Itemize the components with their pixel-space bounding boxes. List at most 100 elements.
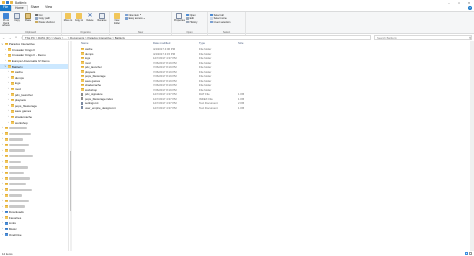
chevron-right-icon[interactable]: › — [7, 82, 10, 84]
chevron-right-icon[interactable]: › — [4, 49, 7, 51]
chevron-right-icon[interactable]: › — [1, 234, 4, 236]
chevron-right-icon[interactable]: › — [1, 211, 4, 213]
chevron-down-icon[interactable]: ∨ — [1, 43, 4, 46]
scrollbar-thumb[interactable] — [70, 151, 72, 211]
file-list-scrollbar[interactable] — [469, 41, 474, 251]
nav-item[interactable]: › workshop — [0, 120, 28, 125]
details-view-icon[interactable] — [464, 251, 468, 255]
chevron-down-icon[interactable]: ∨ — [4, 65, 7, 68]
copy-button[interactable]: Copy — [12, 13, 22, 23]
chevron-right-icon[interactable]: › — [7, 122, 10, 124]
chevron-right-icon[interactable]: › — [1, 206, 4, 208]
chevron-right-icon[interactable]: › — [7, 99, 10, 101]
search-input[interactable]: Search Battlerix — [374, 35, 472, 40]
nav-item[interactable]: › — [0, 132, 31, 136]
invert-selection-button[interactable]: Invert selection — [210, 21, 230, 24]
nav-item[interactable]: ∨ Battlerix — [0, 64, 68, 69]
nav-item[interactable]: › OneDrive — [0, 232, 22, 237]
nav-item[interactable]: › Music — [0, 227, 17, 231]
chevron-right-icon[interactable]: › — [4, 54, 7, 56]
chevron-right-icon[interactable]: › — [1, 166, 4, 168]
chevron-right-icon[interactable]: › — [7, 105, 10, 107]
nav-item[interactable]: › — [0, 165, 28, 169]
chevron-right-icon[interactable]: › — [1, 189, 4, 191]
file-row[interactable]: user_empire_designs.txt 12/7/2017 4:37 PM… — [73, 106, 469, 110]
nav-item[interactable]: › pdx_launcher — [0, 92, 33, 97]
nav-item[interactable]: › — [0, 154, 33, 158]
nav-item[interactable]: › Crusader Kings II - Demo — [0, 53, 46, 57]
new-folder-quick-icon[interactable] — [10, 1, 13, 4]
nav-item[interactable]: › Crusader Kings II — [0, 48, 35, 52]
column-header-date[interactable]: Date modified — [153, 41, 170, 45]
chevron-right-icon[interactable]: › — [7, 94, 10, 96]
new-folder-button[interactable]: New folder — [112, 13, 122, 25]
chevron-right-icon[interactable]: › — [1, 200, 4, 202]
chevron-right-icon[interactable]: › — [7, 71, 10, 73]
nav-item[interactable]: › Links — [0, 221, 16, 225]
nav-item[interactable]: › Downloads — [0, 210, 24, 214]
nav-item[interactable]: › — [0, 171, 24, 175]
chevron-right-icon[interactable]: › — [1, 222, 4, 224]
chevron-right-icon[interactable]: › — [7, 77, 10, 79]
column-header-size[interactable]: Size — [238, 41, 243, 45]
chevron-right-icon[interactable]: › — [1, 127, 4, 129]
properties-quick-icon[interactable] — [6, 1, 9, 4]
recent-locations-icon[interactable]: ▾ — [14, 36, 18, 39]
nav-item[interactable]: › save games — [0, 109, 31, 113]
nav-item[interactable]: › — [0, 143, 29, 147]
delete-button[interactable]: ✕ Delete — [85, 13, 95, 23]
history-button[interactable]: History — [186, 21, 197, 24]
easy-access-button[interactable]: Easy access ▾ — [125, 17, 145, 20]
chevron-right-icon[interactable]: › — [1, 217, 4, 219]
chevron-right-icon[interactable]: › — [7, 110, 10, 112]
nav-item[interactable]: › — [0, 126, 27, 130]
nav-item[interactable]: › — [0, 193, 22, 197]
nav-item[interactable]: › Favorites — [0, 216, 21, 220]
navigation-scrollbar[interactable] — [69, 41, 72, 251]
move-to-button[interactable]: Move to — [63, 13, 73, 23]
nav-item[interactable]: › logs — [0, 81, 21, 85]
nav-item[interactable]: › — [0, 204, 25, 208]
chevron-right-icon[interactable]: › — [1, 150, 4, 152]
column-header-type[interactable]: Type — [199, 41, 205, 45]
forward-arrow-icon[interactable]: → — [8, 36, 12, 40]
chevron-right-icon[interactable]: › — [1, 161, 4, 163]
rename-button[interactable]: Rename — [97, 13, 107, 23]
nav-item[interactable]: ∨ Paradox Interactive — [0, 42, 34, 46]
chevron-right-icon[interactable]: › — [1, 155, 4, 157]
nav-item[interactable]: › playsets — [0, 98, 26, 102]
nav-item[interactable]: › cache — [0, 70, 23, 74]
chevron-right-icon[interactable]: › — [1, 172, 4, 174]
address-bar[interactable]: This PC > DATA (D:) > Users > ··· > Docu… — [22, 35, 371, 40]
nav-item[interactable]: › mod — [0, 87, 21, 91]
nav-item[interactable]: › Europa Universalis IV Demo — [0, 59, 50, 63]
back-arrow-icon[interactable]: ← — [2, 36, 6, 40]
chevron-right-icon[interactable]: › — [1, 183, 4, 185]
nav-item[interactable]: › — [0, 148, 25, 152]
chevron-right-icon[interactable]: › — [1, 133, 4, 135]
chevron-right-icon[interactable]: › — [1, 138, 4, 140]
nav-item[interactable]: › — [0, 188, 32, 192]
nav-item[interactable]: › — [0, 137, 23, 141]
chevron-right-icon[interactable]: › — [7, 116, 10, 118]
nav-item[interactable]: › pops_filestorage — [0, 104, 37, 108]
nav-item[interactable]: › dumps — [0, 76, 24, 80]
large-icons-view-icon[interactable] — [468, 251, 472, 255]
chevron-right-icon[interactable]: › — [1, 194, 4, 196]
nav-item[interactable]: › — [0, 182, 26, 186]
copy-to-button[interactable]: Copy to — [74, 13, 84, 23]
properties-button[interactable]: Properties — [174, 13, 185, 23]
nav-item[interactable]: › — [0, 199, 29, 203]
nav-item[interactable]: › — [0, 160, 21, 164]
chevron-right-icon[interactable]: › — [1, 178, 4, 180]
nav-item[interactable]: › — [0, 176, 30, 180]
help-icon[interactable]: ? — [468, 5, 472, 10]
column-header-name[interactable]: Name — [81, 41, 88, 45]
chevron-right-icon[interactable]: › — [4, 60, 7, 62]
chevron-right-icon[interactable]: › — [7, 88, 10, 90]
chevron-right-icon[interactable]: › — [1, 144, 4, 146]
pin-quick-access-button[interactable]: Pin to Quick access — [1, 13, 11, 28]
chevron-right-icon[interactable]: › — [1, 228, 4, 230]
paste-button[interactable]: Paste — [23, 13, 33, 23]
nav-item[interactable]: › shadercache — [0, 115, 32, 119]
